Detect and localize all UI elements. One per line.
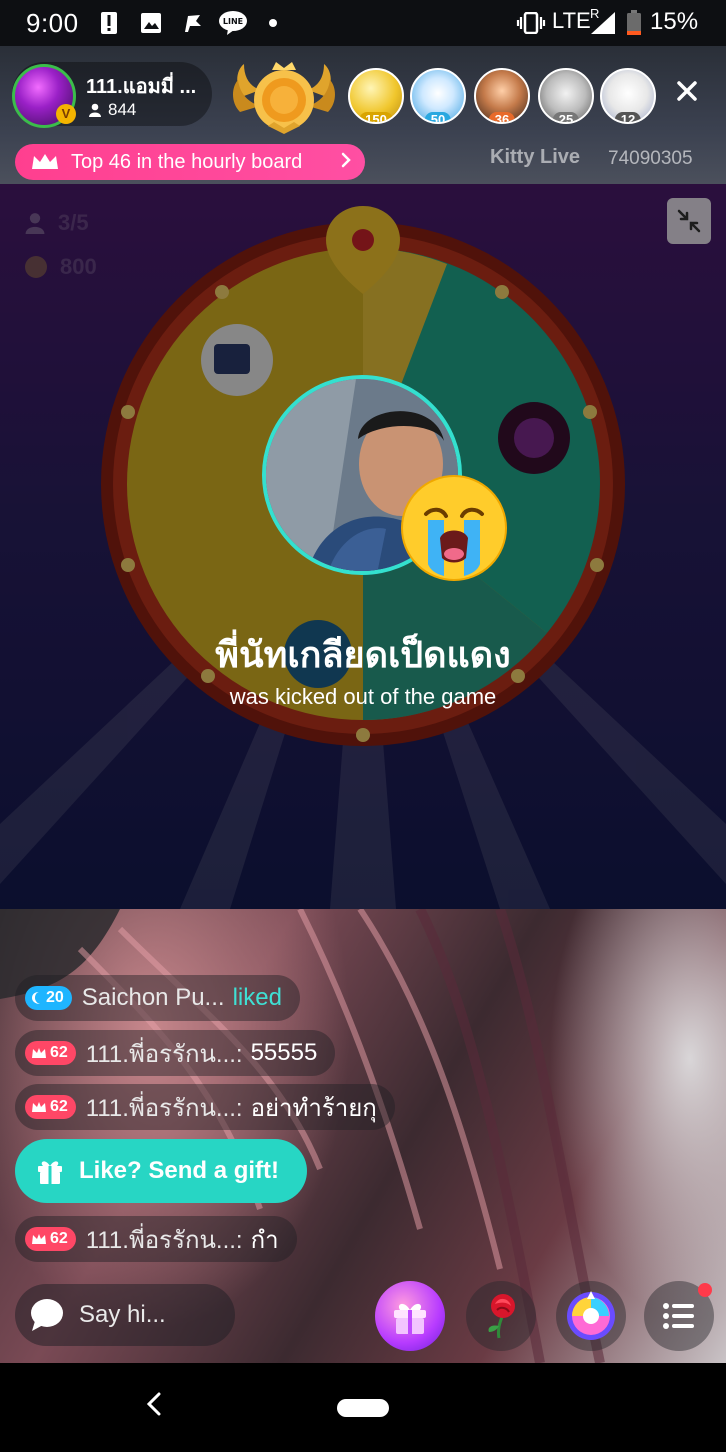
send-gift-label: Like? Send a gift!: [79, 1157, 280, 1184]
rose-button[interactable]: [466, 1281, 536, 1351]
hourly-board-button[interactable]: Top 46 in the hourly board: [15, 144, 365, 180]
chat-message: 62 111.พี่อรรักน...: 55555: [15, 1030, 336, 1076]
status-bar: 9:00 LINE LTE R 15%: [0, 0, 726, 46]
top-fan-4[interactable]: 25: [538, 68, 594, 124]
alert-icon: [100, 10, 118, 36]
chat-text: 55555: [250, 1039, 318, 1066]
room-id: 74090305: [608, 148, 693, 169]
crown-icon: [32, 1234, 46, 1244]
wheel-icon: [567, 1291, 615, 1340]
hourly-board-label: Top 46 in the hourly board: [71, 150, 303, 173]
top-fan-3[interactable]: 36: [474, 68, 530, 124]
fan-count: 25: [552, 112, 580, 122]
level-value: 62: [50, 1230, 68, 1247]
viewer-count-value: 844: [108, 100, 137, 119]
level-badge: 62: [25, 1041, 76, 1065]
top-fan-1[interactable]: 150: [348, 68, 404, 124]
chevron-right-icon: [341, 151, 351, 174]
home-button[interactable]: [337, 1399, 389, 1417]
svg-text:LINE: LINE: [223, 17, 243, 26]
gift-button[interactable]: [375, 1281, 445, 1351]
host-name: 111.แอมมี่ ...: [86, 76, 197, 98]
wheel-game-panel: 3/5 800 พี่นัทเกลียดเป็ดแดง was kicked o…: [0, 184, 726, 909]
line-icon: LINE: [218, 10, 248, 36]
speech-bubble-icon: [31, 1299, 63, 1331]
back-icon: [146, 1392, 161, 1416]
fan-count: 12: [614, 112, 642, 122]
crying-emoji-icon: [401, 475, 507, 581]
close-button[interactable]: [670, 76, 704, 110]
person-icon: [89, 103, 101, 117]
chat-message: 62 111.พี่อรรักน...: อย่าทำร้ายกุ: [15, 1084, 395, 1130]
brand-logo: Kitty Live: [490, 146, 581, 168]
crown-icon: [32, 1048, 46, 1058]
signal-icon: [590, 10, 616, 36]
level-value: 20: [46, 989, 64, 1006]
chat-text: กำ: [250, 1226, 279, 1254]
close-icon: [677, 81, 697, 101]
menu-button[interactable]: [644, 1281, 714, 1351]
moon-icon: [32, 992, 40, 1004]
gift-icon: [38, 1161, 62, 1184]
menu-icon: [663, 1303, 694, 1329]
chat-user[interactable]: 111.พี่อรรักน...:: [86, 1088, 243, 1127]
battery-level: 15%: [650, 8, 699, 35]
stream-header: V 111.แอมมี่ ... 844 150 50 36 25 12 Top…: [0, 46, 726, 184]
crown-icon: [32, 1102, 46, 1112]
top-fan-5[interactable]: 12: [600, 68, 656, 124]
fan-count: 150: [359, 112, 393, 122]
flag-icon: [182, 10, 204, 36]
rank-medal-icon[interactable]: [230, 56, 338, 136]
level-value: 62: [50, 1044, 68, 1061]
send-gift-prompt[interactable]: Like? Send a gift!: [15, 1139, 307, 1203]
chat-message: 20 Saichon Pu... liked: [15, 975, 300, 1021]
image-icon: [140, 10, 162, 36]
game-wheel-button[interactable]: [556, 1281, 626, 1351]
kicked-message: was kicked out of the game: [229, 684, 497, 709]
fan-count: 36: [488, 112, 516, 122]
level-value: 62: [50, 1098, 68, 1115]
system-nav-bar: [0, 1363, 726, 1452]
chat-user[interactable]: 111.พี่อรรักน...:: [86, 1220, 243, 1259]
status-time: 9:00: [26, 8, 79, 38]
crown-icon: [32, 154, 58, 169]
kicked-player-name: พี่นัทเกลียดเป็ดแดง: [215, 634, 511, 675]
top-fan-2[interactable]: 50: [410, 68, 466, 124]
chat-input[interactable]: Say hi...: [15, 1284, 235, 1346]
back-button[interactable]: [146, 1391, 162, 1425]
chat-input-placeholder: Say hi...: [79, 1301, 166, 1328]
network-type: LTE: [552, 8, 591, 33]
notification-dot: [698, 1283, 712, 1297]
chat-text: อย่าทำร้ายกุ: [250, 1094, 377, 1122]
chat-text: liked: [232, 984, 282, 1011]
level-badge: 62: [25, 1095, 76, 1119]
level-badge: 20: [25, 986, 72, 1010]
level-badge: 62: [25, 1227, 76, 1251]
chat-user[interactable]: Saichon Pu...: [82, 984, 225, 1012]
chat-user[interactable]: 111.พี่อรรักน...:: [86, 1034, 243, 1073]
gift-box-icon: [394, 1303, 426, 1334]
rose-icon: [488, 1294, 515, 1339]
battery-icon: [626, 10, 642, 36]
verified-badge-icon: V: [56, 104, 76, 124]
fan-count: 50: [424, 112, 452, 122]
vibrate-icon: [516, 10, 546, 36]
chat-message: 62 111.พี่อรรักน...: กำ: [15, 1216, 297, 1262]
viewer-count: 844: [88, 100, 136, 120]
dot-icon: [268, 10, 278, 36]
